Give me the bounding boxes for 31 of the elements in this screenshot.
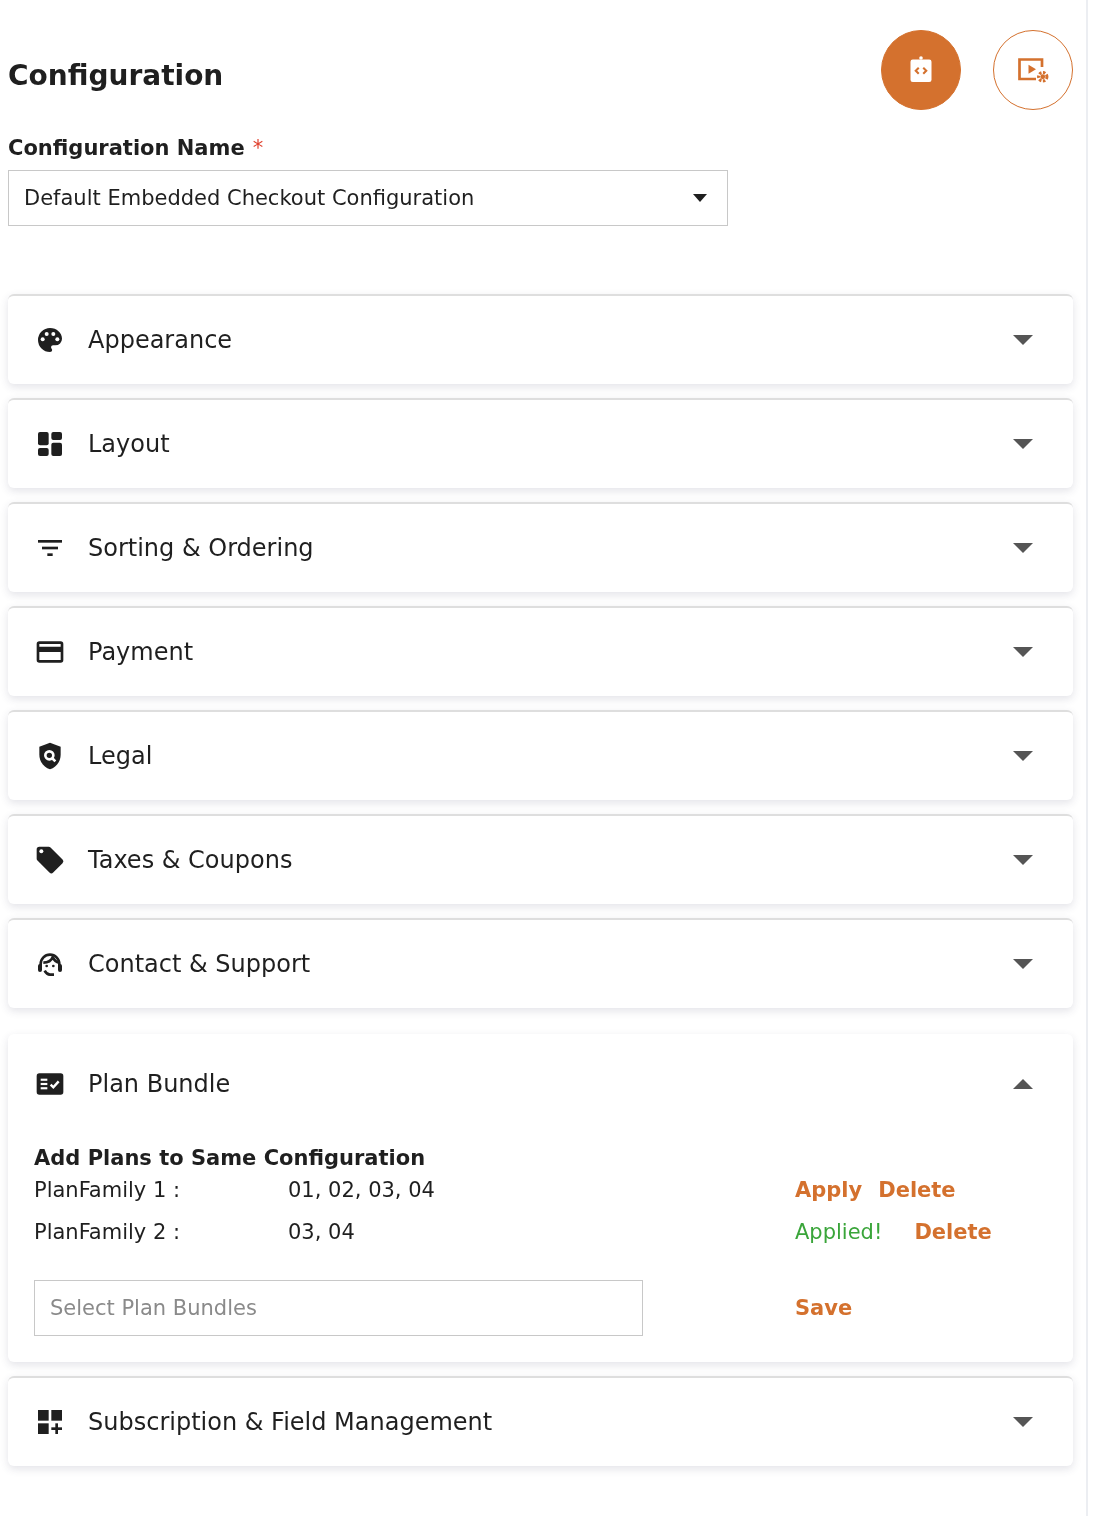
expand-caret-icon[interactable] xyxy=(1011,957,1035,971)
plan-bundle-field[interactable]: Select Plan Bundles xyxy=(34,1280,643,1336)
section-title[interactable]: Layout xyxy=(88,430,989,458)
applied-status: Applied! xyxy=(795,1220,883,1244)
expand-caret-icon[interactable] xyxy=(1011,333,1035,347)
section-title[interactable]: Contact & Support xyxy=(88,950,989,978)
expand-caret-icon[interactable] xyxy=(1011,749,1035,763)
expand-caret-icon[interactable] xyxy=(1011,437,1035,451)
collapse-caret-icon[interactable] xyxy=(1011,1077,1035,1091)
section-title[interactable]: Subscription & Field Management xyxy=(88,1408,989,1436)
field-label: Configuration Name xyxy=(8,136,245,160)
dropdown-caret-icon xyxy=(693,194,707,202)
required-mark: * xyxy=(252,136,264,160)
plan-family-label: PlanFamily 1 : xyxy=(34,1178,182,1204)
section-title[interactable]: Payment xyxy=(88,638,989,666)
expand-caret-icon[interactable] xyxy=(1011,541,1035,555)
section-title[interactable]: Legal xyxy=(88,742,989,770)
plan-list: 01, 02, 03, 04 xyxy=(288,1178,795,1220)
expand-caret-icon[interactable] xyxy=(1011,853,1035,867)
section-heading: Add Plans to Same Configuration xyxy=(34,1146,427,1170)
section-title[interactable]: Plan Bundle xyxy=(88,1070,989,1098)
plan-family-label: PlanFamily 2 : xyxy=(34,1220,182,1246)
tag-icon xyxy=(34,844,66,876)
configuration-select[interactable]: Default Embedded Checkout Configuration xyxy=(8,170,728,226)
expand-caret-icon[interactable] xyxy=(1011,1415,1035,1429)
section-title[interactable]: Appearance xyxy=(88,326,989,354)
page-title: Configuration xyxy=(8,57,224,92)
expand-caret-icon[interactable] xyxy=(1011,645,1035,659)
plan-list: 03, 04 xyxy=(288,1220,795,1262)
section-title[interactable]: Sorting & Ordering xyxy=(88,534,989,562)
section-title[interactable]: Taxes & Coupons xyxy=(88,846,989,874)
